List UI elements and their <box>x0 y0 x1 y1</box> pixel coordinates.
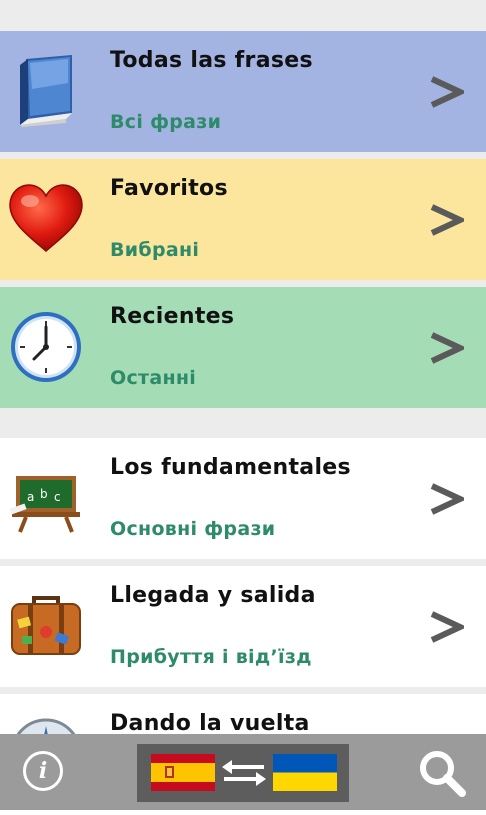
category-title: Recientes <box>110 304 235 329</box>
spain-flag-icon <box>151 754 215 791</box>
ukraine-flag-icon <box>273 754 337 791</box>
search-icon[interactable] <box>417 748 467 798</box>
chevron-right-icon <box>428 482 464 516</box>
category-item-favorites[interactable]: Favoritos Вибрані <box>0 159 486 280</box>
category-subtitle: Вибрані <box>110 239 200 261</box>
chevron-right-icon <box>428 331 464 365</box>
category-item-fundamentals[interactable]: a b c Los fundamentales Основні фрази <box>0 438 486 559</box>
chevron-right-icon <box>428 203 464 237</box>
svg-text:b: b <box>40 487 48 501</box>
info-button[interactable]: i <box>23 751 63 791</box>
category-subtitle: Всі фрази <box>110 111 222 133</box>
category-item-recent[interactable]: Recientes Останні <box>0 287 486 408</box>
chevron-right-icon <box>428 75 464 109</box>
svg-text:c: c <box>54 490 61 504</box>
chevron-right-icon <box>428 610 464 644</box>
category-title: Dando la vuelta <box>110 711 310 736</box>
category-title: Todas las frases <box>110 48 313 73</box>
category-title: Favoritos <box>110 176 228 201</box>
swap-arrows-icon[interactable] <box>220 758 268 788</box>
category-subtitle: Прибуття і від’їзд <box>110 646 312 668</box>
heart-icon <box>8 181 84 257</box>
clock-icon <box>8 309 84 385</box>
book-icon <box>8 53 84 129</box>
category-item-all-phrases[interactable]: Todas las frases Всі фрази <box>0 31 486 152</box>
category-subtitle: Основні фрази <box>110 518 276 540</box>
category-subtitle: Останні <box>110 367 197 389</box>
language-pair-selector[interactable] <box>137 744 349 802</box>
suitcase-icon <box>8 588 84 664</box>
svg-text:a: a <box>27 490 34 504</box>
bottom-app-bar: i <box>0 734 486 810</box>
category-item-arrival-departure[interactable]: Llegada y salida Прибуття і від’їзд <box>0 566 486 687</box>
category-title: Llegada y salida <box>110 583 316 608</box>
category-title: Los fundamentales <box>110 455 351 480</box>
chalkboard-icon: a b c <box>8 460 84 536</box>
